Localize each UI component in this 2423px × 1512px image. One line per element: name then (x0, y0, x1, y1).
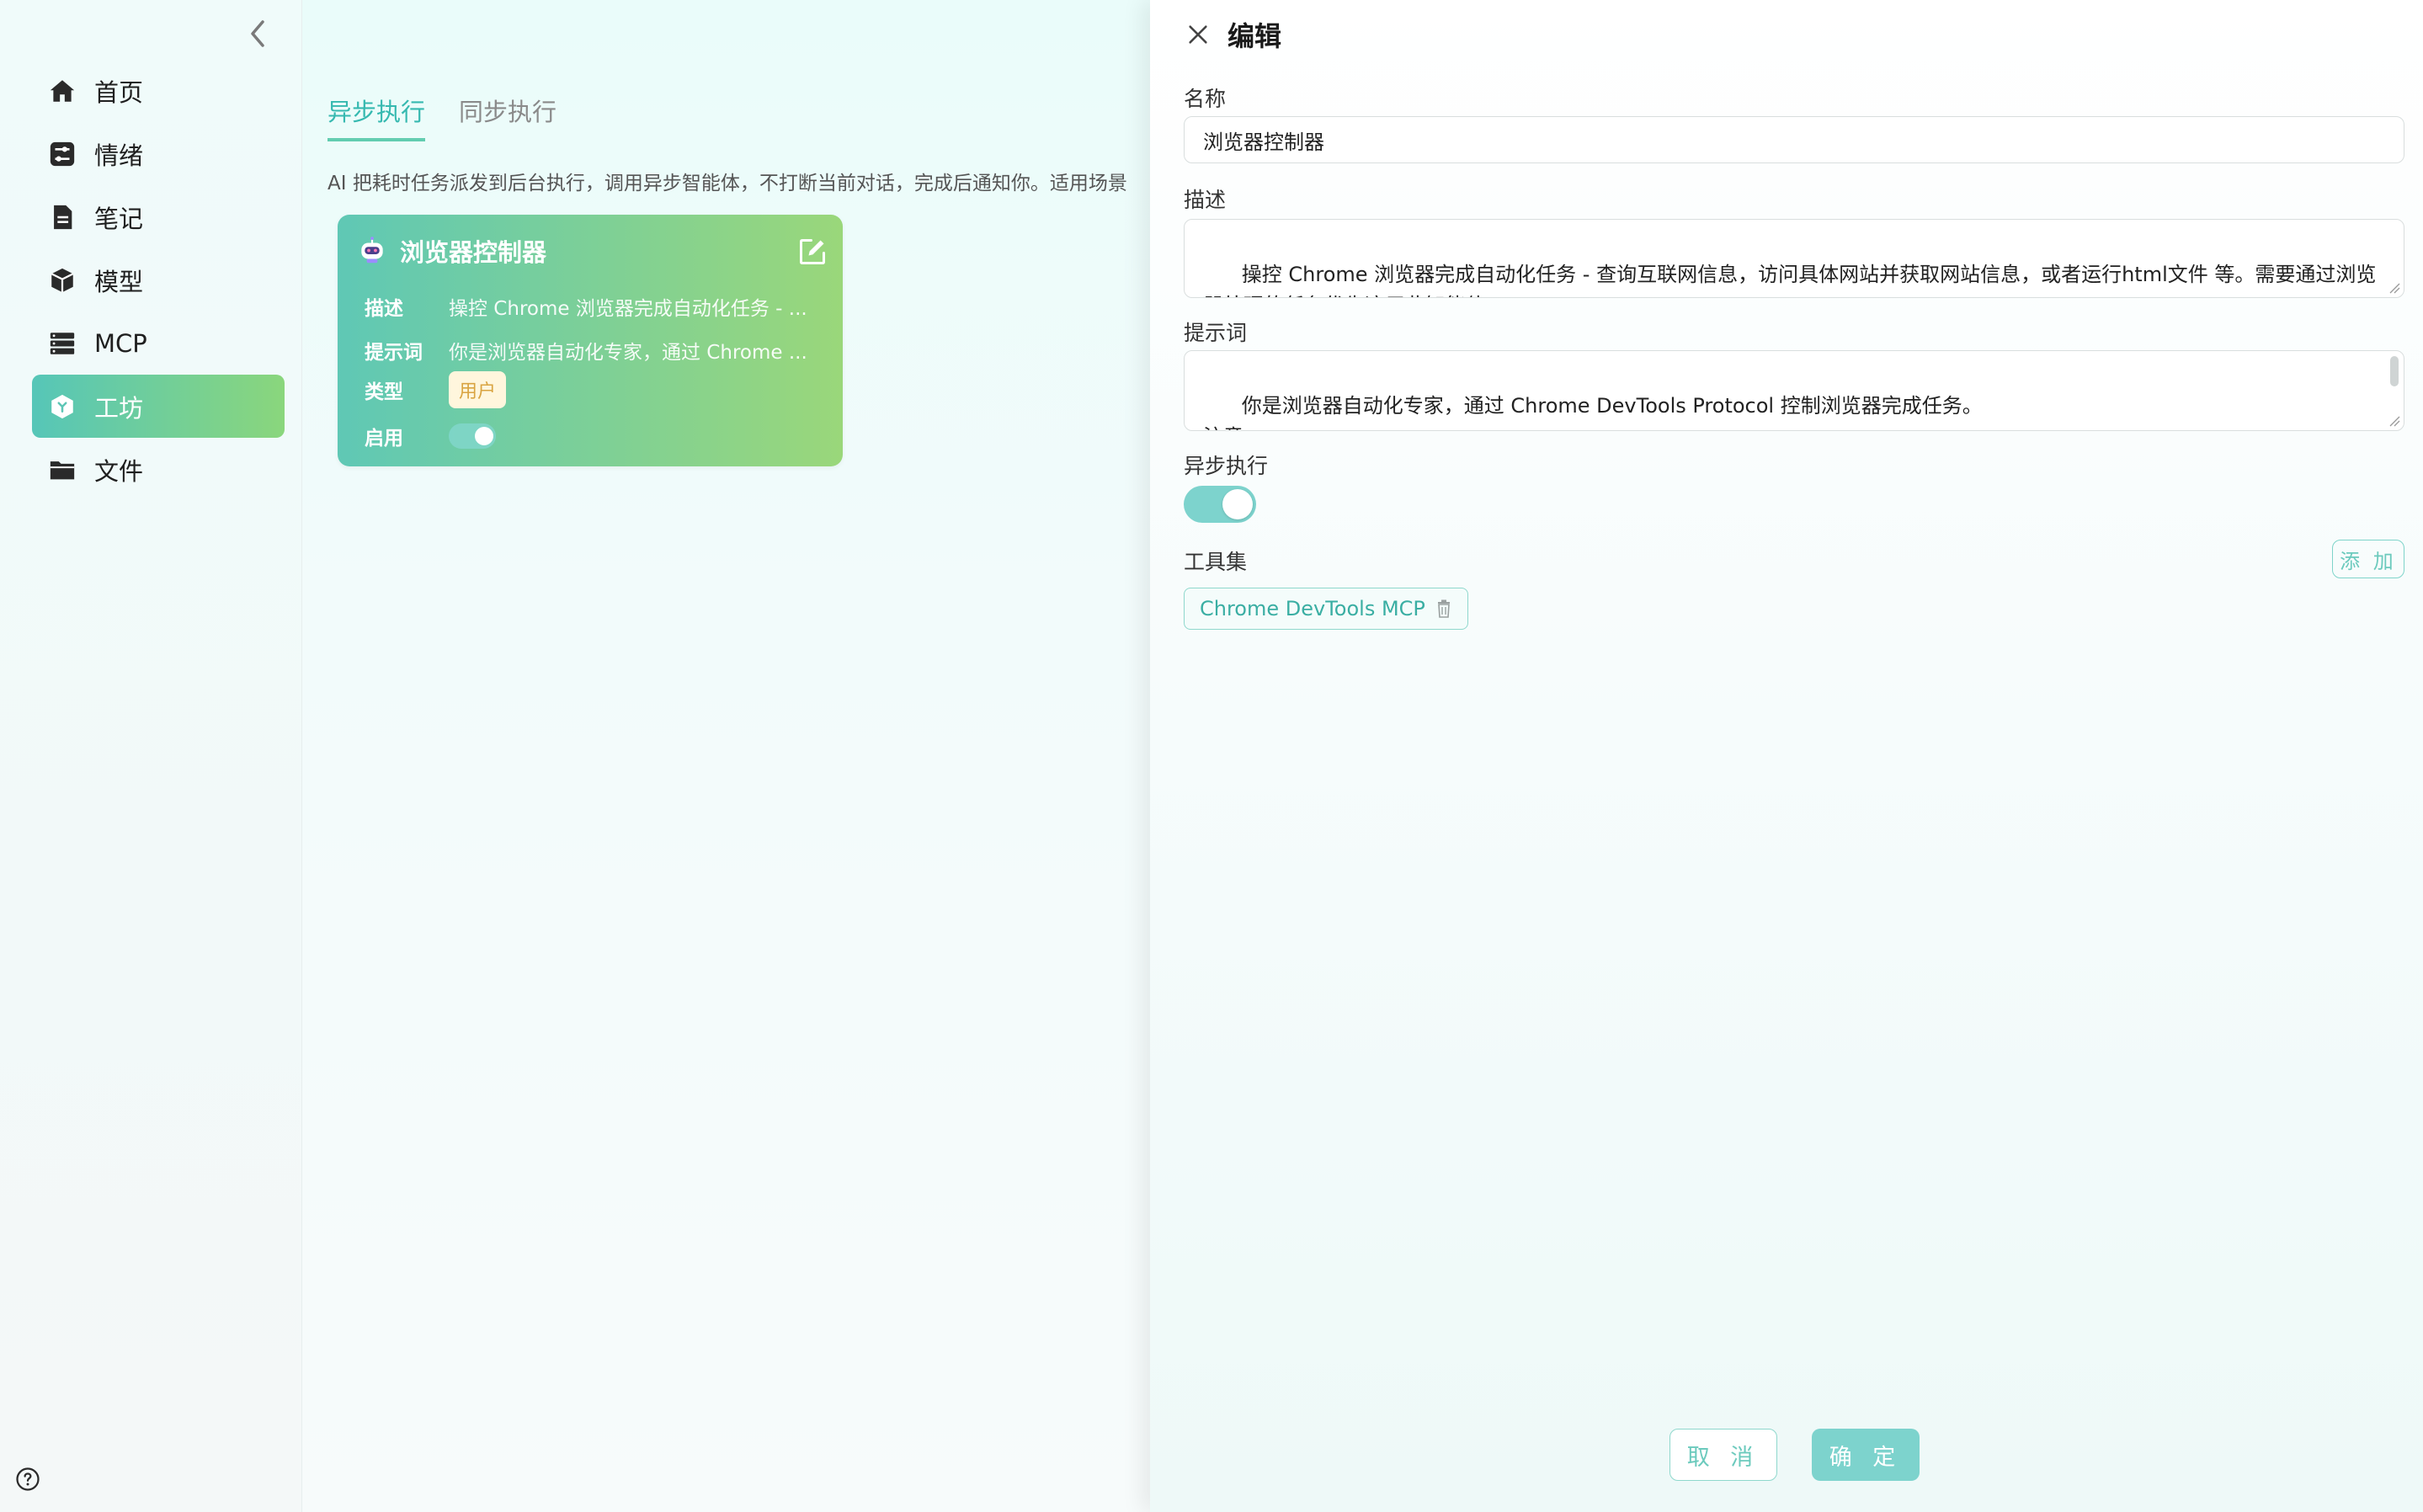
sidebar-nav: 首页 情绪 笔记 模型 MCP 工坊 文件 (32, 59, 285, 501)
add-tool-button[interactable]: 添 加 (2332, 540, 2404, 578)
drawer-header: 编辑 (1184, 15, 1281, 54)
tab-sync[interactable]: 同步执行 (459, 93, 556, 141)
sidebar-item-label: 情绪 (94, 141, 144, 170)
drawer-title: 编辑 (1227, 20, 1282, 52)
card-prompt-row: 提示词 你是浏览器自动化专家，通过 Chrome ... (365, 336, 811, 365)
sidebar-item-models[interactable]: 模型 (32, 248, 285, 311)
edit-drawer: 编辑 名称 浏览器控制器 描述 操控 Chrome 浏览器完成自动化任务 - 查… (1150, 0, 2423, 1512)
card-header: 浏览器控制器 (356, 233, 546, 269)
intro-text: AI 把耗时任务派发到后台执行，调用异步智能体，不打断当前对话，完成后通知你。适… (328, 173, 1127, 194)
resize-grip-icon[interactable] (2388, 282, 2400, 294)
sidebar-item-label: 文件 (94, 456, 144, 486)
folder-icon (47, 455, 77, 485)
sidebar-item-workshop[interactable]: 工坊 (32, 375, 285, 438)
sidebar-item-label: 模型 (94, 267, 144, 296)
desc-text: 操控 Chrome 浏览器完成自动化任务 - 查询互联网信息，访问具体网站并获取… (1203, 263, 2377, 297)
type-badge: 用户 (449, 371, 507, 408)
sidebar-item-mood[interactable]: 情绪 (32, 122, 285, 185)
desc-textarea[interactable]: 操控 Chrome 浏览器完成自动化任务 - 查询互联网信息，访问具体网站并获取… (1184, 219, 2404, 298)
prompt-scrollbar[interactable] (2390, 356, 2399, 386)
card-enabled-row: 启用 (365, 422, 496, 450)
chevron-left-icon (251, 20, 264, 47)
toolset-label: 工具集 (1184, 550, 1248, 574)
card-enabled-label: 启用 (365, 428, 403, 450)
resize-grip-icon[interactable] (2388, 415, 2400, 427)
tab-async[interactable]: 异步执行 (328, 93, 426, 141)
workshop-icon (47, 391, 77, 422)
async-label: 异步执行 (1184, 454, 1269, 478)
card-desc-label: 描述 (365, 298, 403, 320)
card-type-row: 类型 用户 (365, 371, 507, 408)
main-content: 异步执行 同步执行 AI 把耗时任务派发到后台执行，调用异步智能体，不打断当前对… (302, 0, 1150, 1512)
cancel-button[interactable]: 取 消 (1669, 1429, 1777, 1481)
card-prompt-value: 你是浏览器自动化专家，通过 Chrome ... (449, 342, 807, 364)
sidebar-item-home[interactable]: 首页 (32, 59, 285, 122)
tool-tag-label: Chrome DevTools MCP (1200, 597, 1425, 620)
card-desc-value: 操控 Chrome 浏览器完成自动化任务 - ... (449, 298, 807, 320)
card-enabled-toggle[interactable] (449, 423, 496, 449)
sidebar-item-label: 笔记 (94, 204, 144, 233)
server-icon (47, 328, 77, 359)
card-title: 浏览器控制器 (400, 238, 547, 267)
close-icon (1189, 25, 1207, 44)
card-prompt-label: 提示词 (365, 342, 423, 364)
agent-card[interactable]: 浏览器控制器 描述 操控 Chrome 浏览器完成自动化任务 - ... 提示词… (338, 215, 843, 466)
sliders-icon (47, 139, 77, 169)
confirm-button[interactable]: 确 定 (1812, 1429, 1920, 1481)
execution-tabs: 异步执行 同步执行 (328, 93, 556, 141)
robot-icon (361, 237, 383, 264)
note-icon (47, 202, 77, 232)
sidebar-item-mcp[interactable]: MCP (32, 311, 285, 375)
name-label: 名称 (1184, 87, 1227, 111)
help-icon[interactable] (15, 1467, 40, 1492)
home-icon (47, 76, 77, 106)
sidebar: 首页 情绪 笔记 模型 MCP 工坊 文件 (0, 0, 302, 1512)
name-input[interactable]: 浏览器控制器 (1184, 116, 2404, 163)
card-type-label: 类型 (365, 381, 403, 403)
sidebar-item-files[interactable]: 文件 (32, 438, 285, 501)
prompt-textarea[interactable]: 你是浏览器自动化专家，通过 Chrome DevTools Protocol 控… (1184, 350, 2404, 431)
trash-icon[interactable] (1435, 599, 1452, 618)
desc-label: 描述 (1184, 188, 1227, 212)
toggle-knob (1222, 489, 1253, 519)
prompt-text: 你是浏览器自动化专家，通过 Chrome DevTools Protocol 控… (1203, 394, 1983, 430)
sidebar-item-label: 首页 (94, 77, 144, 107)
tool-tag: Chrome DevTools MCP (1184, 588, 1468, 630)
sidebar-item-label: 工坊 (94, 393, 144, 423)
prompt-label: 提示词 (1184, 321, 1248, 345)
async-toggle[interactable] (1184, 486, 1256, 523)
sidebar-item-notes[interactable]: 笔记 (32, 185, 285, 248)
card-desc-row: 描述 操控 Chrome 浏览器完成自动化任务 - ... (365, 292, 811, 321)
sidebar-item-label: MCP (94, 328, 147, 358)
toggle-knob (475, 427, 493, 445)
close-button[interactable] (1184, 20, 1212, 49)
collapse-sidebar-button[interactable] (242, 19, 273, 49)
cube-icon (47, 265, 77, 295)
edit-icon[interactable] (797, 237, 828, 267)
